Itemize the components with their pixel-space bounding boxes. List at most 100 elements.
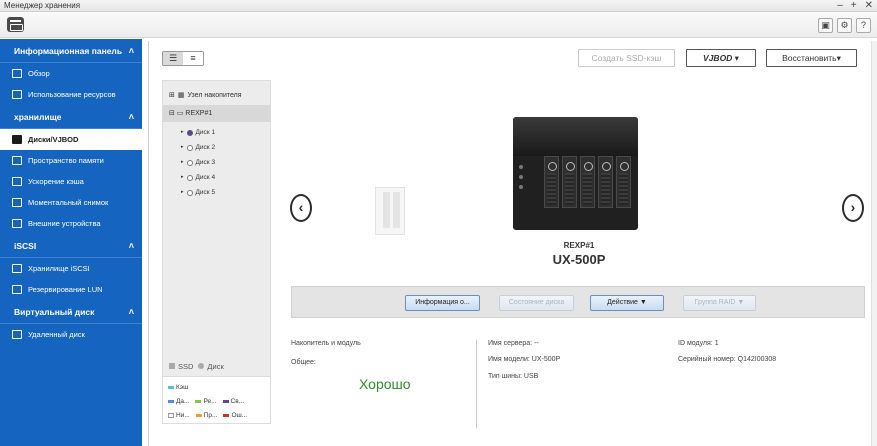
window-titlebar: Менеджер хранения ‒ + ✕ <box>0 0 877 12</box>
device-viewer: ‹ › REXP#1 UX-500P <box>284 79 874 289</box>
tree-node-rexp[interactable]: ⊟ ▭ REXP#1 <box>163 105 270 122</box>
legend-free: Св... <box>222 398 244 405</box>
raid-group-button[interactable]: Группа RAID ▼ <box>683 295 756 311</box>
storage-space-icon <box>12 156 22 165</box>
window-title: Менеджер хранения <box>4 1 81 10</box>
module-id: ID модуля: 1 <box>678 340 719 347</box>
tree-disk-2[interactable]: ▸ Диск 2 <box>181 140 215 155</box>
main-toolbar: ☰ ≡ Создать SSD-кэш VJBOD ▾ Восстановить… <box>149 41 871 75</box>
device-model: UX-500P <box>552 252 606 267</box>
help-icon[interactable]: ? <box>856 18 871 33</box>
enclosure-icon: ▭ <box>176 110 184 117</box>
drive-bays <box>544 156 631 208</box>
drive-bay-3[interactable] <box>580 156 595 208</box>
disk-status-icon <box>186 189 193 196</box>
drive-bay-5[interactable] <box>616 156 631 208</box>
tree-disk-5[interactable]: ▸ Диск 5 <box>181 185 215 200</box>
create-ssd-cache-button[interactable]: Создать SSD-кэш <box>578 49 675 67</box>
tree-disk-4[interactable]: ▸ Диск 4 <box>181 170 215 185</box>
vjbod-button[interactable]: VJBOD ▾ <box>686 49 756 67</box>
sidebar-section-iscsi[interactable]: iSCSI ˄ <box>0 234 142 258</box>
server-name: Имя сервера: -- <box>488 340 539 347</box>
expand-icon[interactable]: ⊞ <box>169 91 175 99</box>
legend-warning: Пр... <box>195 412 217 419</box>
tree-disk-3[interactable]: ▸ Диск 3 <box>181 155 215 170</box>
sidebar-item-external-devices[interactable]: Внешние устройства <box>0 213 142 234</box>
health-status: Хорошо <box>359 376 411 392</box>
sidebar-item-disks-vjbod[interactable]: Диски/VJBOD <box>0 129 142 150</box>
sidebar-item-storage-space[interactable]: Пространство памяти <box>0 150 142 171</box>
legend-data: Да... <box>168 398 189 405</box>
disk-status-icon <box>186 159 193 166</box>
sidebar-section-dashboard[interactable]: Информационная панель ˄ <box>0 39 142 63</box>
storage-node-icon: ▦ <box>177 92 185 99</box>
disk-status-icon <box>186 144 193 151</box>
sidebar: Информационная панель ˄ Обзор Использова… <box>0 39 142 446</box>
info-general-label: Общее: <box>291 359 316 366</box>
device-label: REXP#1 <box>563 241 595 250</box>
serial-number: Серийный номер: Q142I00308 <box>678 356 777 363</box>
main-panel: ☰ ≡ Создать SSD-кэш VJBOD ▾ Восстановить… <box>148 41 877 446</box>
enclosure-image[interactable] <box>513 117 638 230</box>
list-view-icon[interactable]: ≡ <box>183 52 203 65</box>
chevron-left-icon[interactable]: ‹ <box>290 194 312 222</box>
drive-bay-2[interactable] <box>562 156 577 208</box>
hdd-icon <box>198 363 205 369</box>
chevron-up-icon: ˄ <box>128 112 134 122</box>
disk-status-icon <box>186 129 193 136</box>
view-toggle: ☰ ≡ <box>162 51 204 66</box>
device-info: Накопитель и модуль Общее: Хорошо Имя се… <box>291 332 865 432</box>
settings-icon[interactable]: ⚙ <box>837 18 852 33</box>
sidebar-section-virtual-disk[interactable]: Виртуальный диск ˄ <box>0 300 142 324</box>
disks-icon <box>12 135 22 144</box>
storage-manager-icon[interactable] <box>7 17 24 32</box>
action-bar: Информация о... Состояние диска Действие… <box>291 286 865 318</box>
close-button[interactable]: ✕ <box>865 0 873 11</box>
overview-icon <box>12 69 22 78</box>
sidebar-item-snapshot[interactable]: Моментальный снимок <box>0 192 142 213</box>
remote-disk-icon <box>12 330 22 339</box>
iscsi-icon <box>12 264 22 273</box>
chevron-up-icon: ˄ <box>128 307 134 317</box>
cache-icon <box>12 177 22 186</box>
chevron-right-icon[interactable]: › <box>842 194 864 222</box>
sidebar-item-overview[interactable]: Обзор <box>0 63 142 84</box>
snapshot-icon <box>12 198 22 207</box>
disk-list: ▸ Диск 1 ▸ Диск 2 ▸ Диск 3 ▸ Диск 4 ▸ Диск 5 <box>181 125 215 200</box>
information-button[interactable]: Информация о... <box>405 295 480 311</box>
tree-root[interactable]: ⊞ ▦ Узел накопителя <box>169 91 242 100</box>
sidebar-item-resource-usage[interactable]: Использование ресурсов <box>0 84 142 105</box>
lun-backup-icon <box>12 285 22 294</box>
sidebar-section-storage[interactable]: хранилище ˄ <box>0 105 142 129</box>
collapse-icon[interactable]: ⊟ <box>169 110 175 117</box>
scrollbar[interactable] <box>871 41 877 446</box>
disk-status-icon <box>186 174 193 181</box>
external-device-icon <box>12 219 22 228</box>
legend-reserve: Ре... <box>195 398 217 405</box>
action-button[interactable]: Действие ▼ <box>590 295 664 311</box>
sidebar-item-lun-backup[interactable]: Резервирование LUN <box>0 279 142 300</box>
legend-none: Ни... <box>168 412 190 419</box>
grid-view-icon[interactable]: ☰ <box>163 52 183 65</box>
model-name: Имя модели: UX-500P <box>488 356 561 363</box>
tree-disk-1[interactable]: ▸ Диск 1 <box>181 125 215 140</box>
ssd-icon <box>169 363 175 369</box>
disk-type-legend: SSD Диск <box>169 362 224 371</box>
maximize-button[interactable]: + <box>851 0 857 11</box>
chevron-up-icon: ˄ <box>128 241 134 251</box>
device-tree: ⊞ ▦ Узел накопителя ⊟ ▭ REXP#1 ▸ Диск 1 ▸… <box>162 80 271 424</box>
drive-bay-4[interactable] <box>598 156 613 208</box>
drive-bay-1[interactable] <box>544 156 559 208</box>
toolbar: ▣ ⚙ ? <box>0 12 877 38</box>
legend-error: Ош... <box>223 412 247 419</box>
disk-status-button[interactable]: Состояние диска <box>499 295 574 311</box>
minimize-button[interactable]: ‒ <box>837 0 843 11</box>
storage-icon[interactable]: ▣ <box>818 18 833 33</box>
chevron-up-icon: ˄ <box>128 46 134 56</box>
restore-button[interactable]: Восстановить▾ <box>766 49 857 67</box>
bus-type: Тип шины: USB <box>488 373 539 380</box>
sidebar-item-iscsi-storage[interactable]: Хранилище iSCSI <box>0 258 142 279</box>
sidebar-item-cache-acceleration[interactable]: Ускорение кэша <box>0 171 142 192</box>
sidebar-item-remote-disk[interactable]: Удаленный диск <box>0 324 142 345</box>
nas-thumbnail[interactable] <box>375 187 405 235</box>
